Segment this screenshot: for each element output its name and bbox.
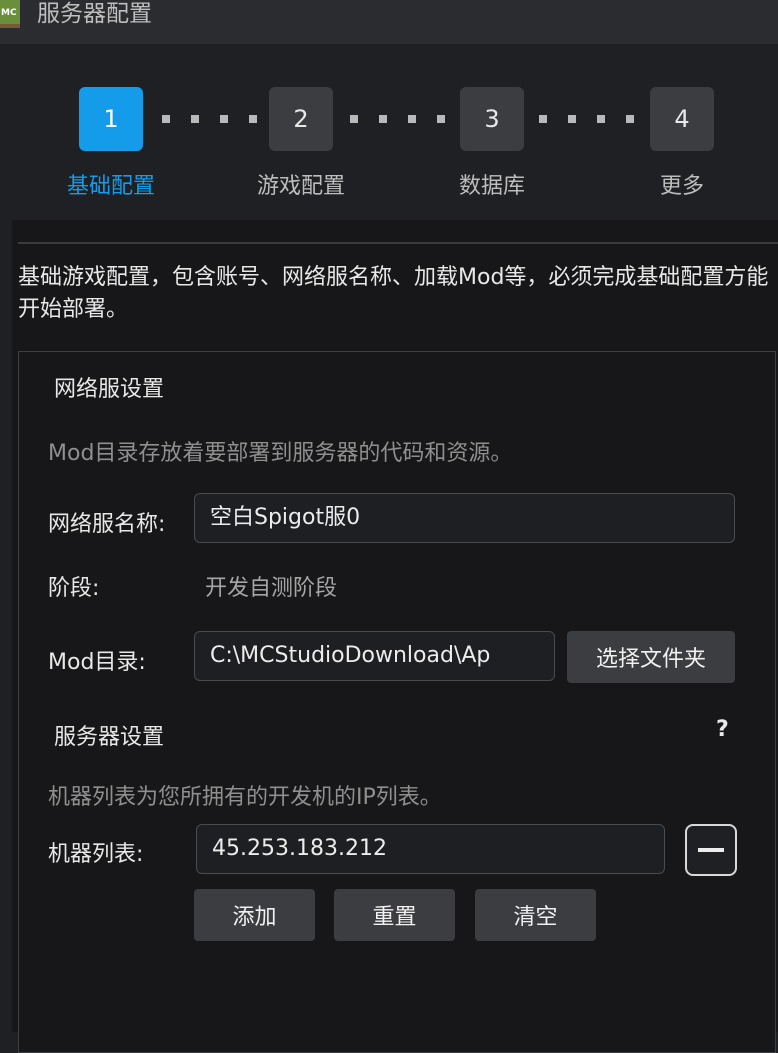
network-hint: Mod目录存放着要部署到服务器的代码和资源。 [48,441,513,466]
minecraft-icon: MC [0,0,20,28]
stage-value: 开发自测阶段 [205,576,338,601]
mod-dir-label: Mod目录: [48,650,146,675]
add-button[interactable]: 添加 [194,889,315,941]
stepper: 1 2 3 4 基础配置 游戏配置 数据库 更多 [0,44,778,220]
mod-dir-input[interactable]: C:\MCStudioDownload\Ap [194,631,555,681]
step-2-label[interactable]: 游戏配置 [231,168,371,200]
page-description: 基础游戏配置，包含账号、网络服名称、加载Mod等，必须完成基础配置方能开始部署。 [18,265,769,322]
reset-button[interactable]: 重置 [334,889,455,941]
choose-folder-button[interactable]: 选择文件夹 [567,631,735,683]
step-3-button[interactable]: 3 [460,87,524,151]
server-section-title: 服务器设置 [54,725,165,750]
step-2-button[interactable]: 2 [269,87,333,151]
step-4-button[interactable]: 4 [650,87,714,151]
step-3-label[interactable]: 数据库 [422,168,562,200]
help-icon[interactable]: ? [716,717,729,742]
server-name-label: 网络服名称: [48,512,166,537]
step-1-label[interactable]: 基础配置 [41,168,181,200]
minus-icon [698,848,724,852]
machine-ip-input[interactable]: 45.253.183.212 [196,824,665,874]
window-title: 服务器配置 [37,1,152,27]
step-4-label[interactable]: 更多 [612,168,752,200]
title-bar: MC 服务器配置 [0,0,778,44]
server-hint: 机器列表为您所拥有的开发机的IP列表。 [48,785,442,810]
step-connector [539,115,634,123]
clear-button[interactable]: 清空 [475,889,596,941]
remove-machine-button[interactable] [685,824,737,876]
step-connector [350,115,445,123]
step-1-button[interactable]: 1 [79,87,143,151]
divider [18,242,778,244]
step-connector [162,115,257,123]
machine-list-label: 机器列表: [48,842,144,867]
stage-label: 阶段: [48,576,100,601]
server-name-input[interactable]: 空白Spigot服0 [194,493,735,543]
network-section-title: 网络服设置 [54,377,165,402]
